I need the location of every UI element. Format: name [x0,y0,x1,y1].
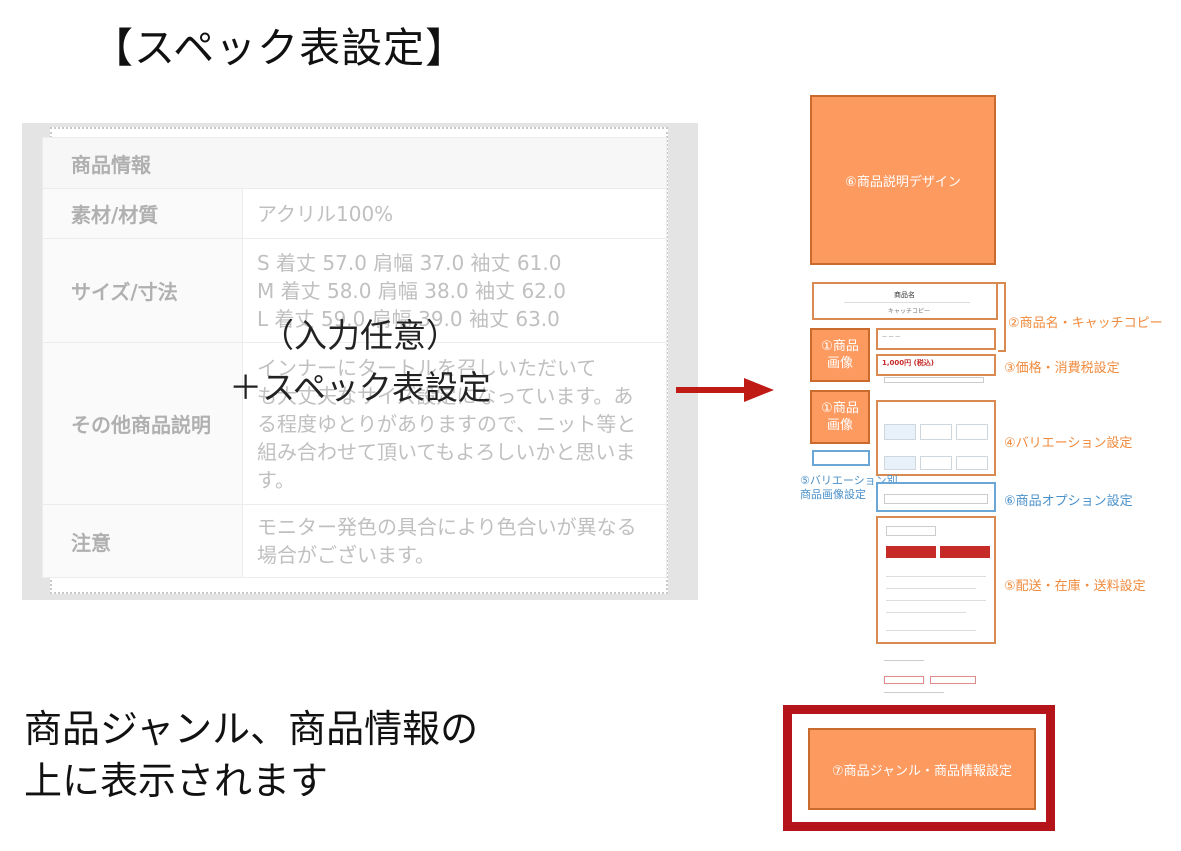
spec-desc-line: す。 [257,467,295,492]
spec-key-material: 素材/材質 [42,188,243,239]
mini-link-box [930,676,976,684]
box-product-description-design: ⑥商品説明デザイン [810,95,996,265]
product-name-box: 商品名 キャッチコピー [812,282,998,320]
label-product-name-catch: ②商品名・キャッチコピー [1008,316,1163,331]
statement-line-1: 商品ジャンル、商品情報の [24,707,479,751]
variation-option [884,424,916,440]
spec-key-description: その他商品説明 [42,342,243,505]
spec-key-note: 注意 [42,504,243,578]
label-price-tax: ③価格・消費税設定 [1004,361,1120,376]
variation-option [956,424,988,440]
divider [884,692,944,693]
spec-value-note: モニター発色の具合により色合いが異なる 場合がございます。 [242,504,667,578]
image-b-line-2: 画像 [826,418,853,433]
divider [884,660,924,661]
variation-option [956,456,988,470]
label-shipping-stock: ⑤配送・在庫・送料設定 [1004,579,1146,594]
bracket-2 [998,282,1006,352]
statement-line-2: 上に表示されます [24,759,329,803]
variation-option [884,456,916,470]
spec-size-line: S 着丈 57.0 肩幅 37.0 袖丈 61.0 [257,250,562,275]
product-name-text: 商品名 [894,291,915,299]
spec-note-line: 場合がございます。 [257,543,435,567]
divider [886,612,966,613]
image-b-line-1: ①商品 [821,401,859,416]
image-a-line-1: ①商品 [821,339,859,354]
price-text: 1,000円 (税込) [882,359,934,367]
divider [844,302,970,303]
spec-table-header: 商品情報 [42,137,667,189]
mini-link-box [884,676,924,684]
overlay-line-2: ＋スペック表設定 [229,368,491,407]
statement: 商品ジャンル、商品情報の 上に表示されます [24,703,478,807]
buy-button [940,546,990,558]
overlay-line-1: （入力任意） [261,316,459,355]
spec-desc-line: 組み合わせて頂いてもよろしいかと思いま [257,439,636,464]
variation-option [920,424,952,440]
variation-box [876,400,996,476]
page-title: 【スペック表設定】 [92,24,468,72]
arrow-right-icon [744,378,774,402]
image-a-line-2: 画像 [826,356,853,371]
shipping-stock-box [876,516,996,644]
variation-name-box: — — — [876,328,996,350]
divider [886,588,976,589]
variation-option [920,456,952,470]
box6-label: ⑥商品説明デザイン [845,174,961,190]
tiny-label: — — — [882,334,901,340]
price-box: 1,000円 (税込) [876,354,996,376]
spec-key-size: サイズ/寸法 [42,238,243,343]
overlay-optional: （入力任意） ＋スペック表設定 [220,310,500,414]
catch-copy-text: キャッチコピー [888,308,931,315]
box7-label: ⑦商品ジャンル・商品情報設定 [831,763,1012,779]
divider [886,576,986,577]
box-product-image-b: ①商品 画像 [810,390,870,444]
divider [886,630,976,631]
cart-button [886,546,936,558]
spec-note-line: モニター発色の具合により色合いが異なる [257,515,637,539]
quantity-stepper [886,526,936,536]
label-variation: ④バリエーション設定 [1004,436,1133,451]
arrow-shaft [676,387,748,393]
spec-size-line: M 着丈 58.0 肩幅 38.0 袖丈 62.0 [257,278,566,303]
spec-value-material: アクリル100% [242,188,667,239]
option-select [884,494,988,504]
variation-image-box [812,450,870,466]
box-genre-product-info: ⑦商品ジャンル・商品情報設定 [808,728,1036,810]
divider [886,600,986,601]
mini-select [884,377,984,383]
product-option-box [876,482,996,512]
box-product-image-a: ①商品 画像 [810,328,870,382]
label-product-option: ⑥商品オプション設定 [1004,494,1133,509]
